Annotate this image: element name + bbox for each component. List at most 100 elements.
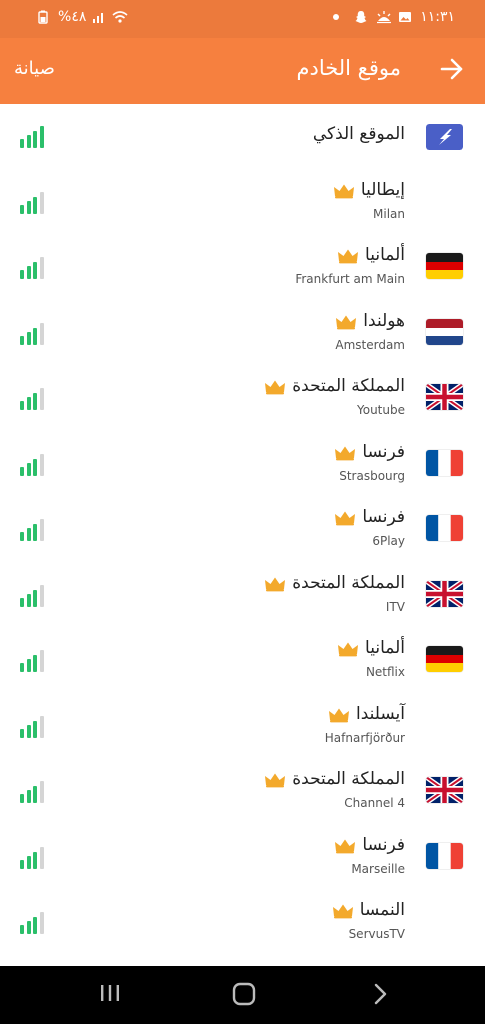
battery-percent: %٤٨ [58, 9, 87, 25]
wifi-icon [112, 10, 128, 24]
back-chevron-icon[interactable] [372, 982, 388, 1010]
signal-bar [20, 270, 24, 279]
signal-bar [33, 458, 37, 476]
weather-icon [376, 10, 392, 24]
signal-bar [33, 262, 37, 279]
crown-icon [328, 707, 350, 723]
crown-icon [337, 641, 359, 657]
server-row[interactable]: المملكة المتحدة Youtube [0, 366, 485, 431]
arrow-icon[interactable] [439, 54, 465, 84]
server-row[interactable]: النمسا ServusTV [0, 890, 485, 955]
server-row[interactable]: ألمانيا Frankfurt am Main [0, 235, 485, 300]
recent-apps-icon[interactable] [100, 982, 120, 1008]
signal-strength-icon [20, 912, 46, 934]
signal-bar [39, 650, 44, 672]
server-location: Amsterdam [335, 337, 405, 352]
signal-bar [33, 589, 37, 607]
signal-bar [26, 331, 31, 345]
signal-bar [33, 327, 37, 345]
smart-location-icon [426, 124, 463, 150]
signal-bar [20, 204, 24, 214]
crown-icon [334, 838, 356, 854]
server-row[interactable]: إيطاليا Milan [0, 170, 485, 235]
signal-bar [26, 462, 31, 476]
crown-icon [264, 772, 286, 788]
signal-strength-icon [20, 322, 46, 345]
status-right: ١١:٣١ [332, 9, 455, 25]
signal-bar [39, 584, 44, 607]
signal-bar [33, 131, 37, 148]
server-row[interactable]: الموقع الذكي [0, 104, 485, 169]
signal-strength-icon [20, 519, 46, 541]
server-name: فرنسا [362, 834, 405, 855]
signal-icon [92, 10, 106, 24]
signal-bar [20, 597, 24, 607]
signal-strength-icon [20, 846, 46, 869]
crown-icon [334, 445, 356, 461]
signal-bar [33, 917, 37, 934]
signal-bar [20, 466, 24, 476]
signal-bar [33, 786, 37, 803]
server-name: المملكة المتحدة [292, 572, 405, 593]
server-row[interactable]: المملكة المتحدة ITV [0, 563, 485, 628]
signal-strength-icon [20, 257, 46, 279]
home-icon[interactable] [232, 982, 256, 1010]
navigation-bar [0, 966, 485, 1024]
signal-strength-icon [20, 191, 46, 214]
maintenance-button[interactable]: صيانة [14, 58, 55, 79]
signal-bar [26, 790, 31, 803]
server-location: Frankfurt am Main [295, 272, 405, 286]
server-name: ألمانيا [365, 245, 405, 265]
server-row[interactable]: هولندا Amsterdam [0, 301, 485, 366]
signal-bar [33, 720, 37, 738]
server-row[interactable]: فرنسا Marseille [0, 825, 485, 890]
signal-bar [39, 781, 44, 803]
signal-strength-icon [20, 781, 46, 803]
signal-bar [33, 393, 37, 410]
signal-bar [26, 593, 31, 607]
server-name: إيطاليا [360, 179, 405, 200]
signal-bar [39, 388, 44, 410]
clock: ١١:٣١ [420, 9, 455, 25]
status-left: %٤٨ [38, 9, 128, 25]
server-name: فرنسا [362, 507, 405, 527]
signal-bar [20, 401, 24, 410]
signal-bar [26, 724, 31, 738]
flag-fr-icon [426, 515, 463, 541]
server-name: هولندا [363, 310, 405, 331]
signal-bar [39, 257, 44, 279]
server-location: Channel 4 [344, 796, 405, 810]
server-location: Strasbourg [339, 468, 405, 483]
server-location: Marseille [351, 861, 405, 876]
signal-bar [26, 200, 31, 214]
flag-de-icon [426, 646, 463, 672]
server-name: الموقع الذكي [312, 124, 405, 144]
snapchat-icon [354, 10, 368, 24]
crown-icon [264, 576, 286, 592]
signal-bar [20, 532, 24, 541]
server-row[interactable]: فرنسا 6Play [0, 497, 485, 562]
server-row[interactable]: آيسلندا Hafnarfjörður [0, 694, 485, 759]
server-location: Youtube [357, 403, 405, 417]
signal-bar [33, 196, 37, 214]
server-location: Milan [373, 206, 405, 221]
signal-bar [39, 846, 44, 869]
server-name: المملكة المتحدة [292, 769, 405, 789]
server-name: فرنسا [362, 441, 405, 462]
signal-strength-icon [20, 650, 46, 672]
server-row[interactable]: فرنسا Strasbourg [0, 432, 485, 497]
signal-bar [39, 715, 44, 738]
server-row[interactable]: ألمانيا Netflix [0, 628, 485, 693]
server-name: آيسلندا [355, 703, 405, 724]
signal-bar [33, 655, 37, 672]
signal-bar [20, 859, 24, 869]
signal-bar [26, 659, 31, 672]
flag-uk-icon [426, 777, 463, 803]
signal-bar [33, 851, 37, 869]
battery-icon [38, 10, 52, 24]
signal-bar [20, 794, 24, 803]
server-name: المملكة المتحدة [292, 376, 405, 396]
crown-icon [337, 248, 359, 264]
server-row[interactable]: المملكة المتحدة Channel 4 [0, 759, 485, 824]
signal-strength-icon [20, 388, 46, 410]
